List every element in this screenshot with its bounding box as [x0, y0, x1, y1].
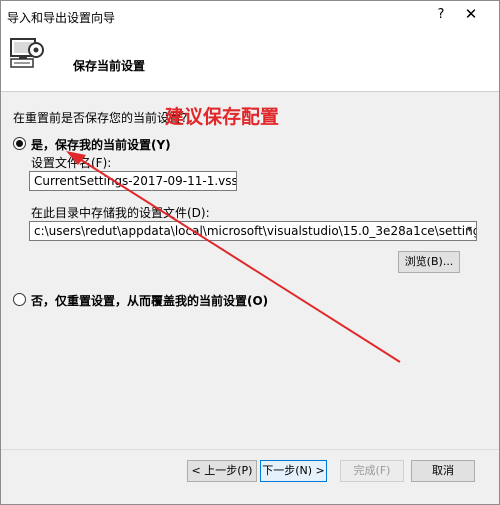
back-button[interactable]: < 上一步(P)	[187, 460, 257, 482]
close-button[interactable]: ✕	[459, 5, 483, 23]
filename-label: 设置文件名(F):	[31, 156, 112, 170]
page-heading: 保存当前设置	[73, 59, 146, 73]
finish-button[interactable]: 完成(F)	[340, 460, 404, 482]
help-button[interactable]: ?	[433, 7, 449, 22]
browse-button[interactable]: 浏览(B)...	[398, 251, 460, 273]
save-prompt: 在重置前是否保存您的当前设置?	[13, 111, 188, 125]
directory-value: c:\users\redut\appdata\local\microsoft\v…	[34, 224, 477, 238]
overwrite-settings-label: 否，仅重置设置，从而覆盖我的当前设置(O)	[31, 294, 269, 308]
footer-divider	[1, 449, 499, 450]
title-bar: 导入和导出设置向导 ? ✕	[1, 1, 499, 31]
window-title: 导入和导出设置向导	[7, 11, 116, 25]
next-button[interactable]: 下一步(N) >	[260, 460, 327, 482]
settings-wizard-icon	[10, 38, 44, 68]
directory-combobox[interactable]: c:\users\redut\appdata\local\microsoft\v…	[29, 221, 477, 241]
filename-input[interactable]: CurrentSettings-2017-09-11-1.vssettings	[29, 171, 237, 191]
chevron-down-icon[interactable]: ▾	[467, 224, 472, 235]
save-settings-radio[interactable]	[13, 137, 26, 150]
cancel-button[interactable]: 取消	[411, 460, 475, 482]
overwrite-settings-radio[interactable]	[13, 293, 26, 306]
wizard-header: 保存当前设置	[1, 31, 499, 92]
red-annotation: 建议保存配置	[165, 106, 280, 128]
wizard-window: 导入和导出设置向导 ? ✕ 保存当前设置 在重置前是否保存您的当前设置? 建议保…	[0, 0, 500, 505]
save-settings-label: 是，保存我的当前设置(Y)	[31, 138, 171, 152]
directory-label: 在此目录中存储我的设置文件(D):	[31, 206, 210, 220]
